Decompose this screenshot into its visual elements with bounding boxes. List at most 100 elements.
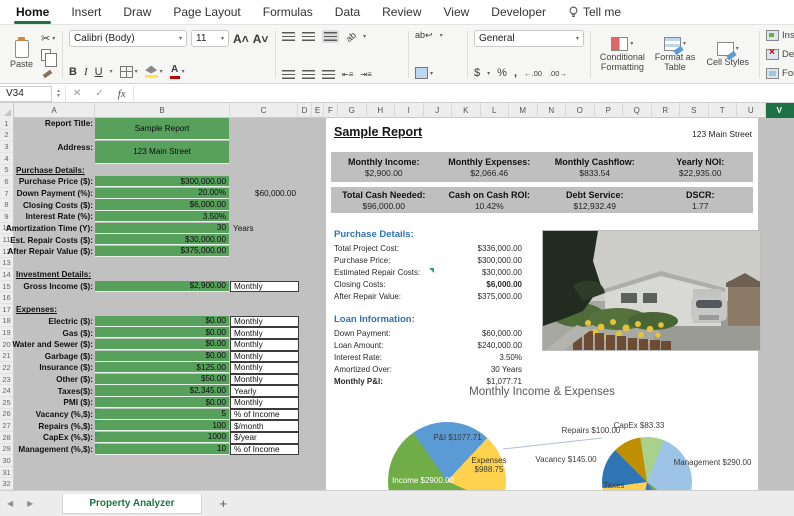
row-header-24[interactable]: 24 xyxy=(0,385,13,397)
row-header-25[interactable]: 25 xyxy=(0,397,13,409)
currency-button[interactable]: $ xyxy=(474,67,480,79)
row-header-6[interactable]: 6 xyxy=(0,176,13,188)
column-header-f[interactable]: F xyxy=(324,103,338,118)
cell-styles-button[interactable]: ▾ Cell Styles xyxy=(702,42,753,67)
add-sheet-button[interactable]: + xyxy=(220,496,228,511)
row-header-3[interactable]: 3 xyxy=(0,141,13,153)
row-header-14[interactable]: 14 xyxy=(0,269,13,281)
decrease-decimal-button[interactable]: .00→ xyxy=(549,69,567,78)
cell-input-insurance-[interactable]: $125.00 xyxy=(95,362,229,373)
row-header-26[interactable]: 26 xyxy=(0,409,13,421)
cell-unit-water-and-sewer-[interactable]: Monthly xyxy=(230,339,299,351)
cell-input-purchase-price-[interactable]: $300,000.00 xyxy=(95,176,229,187)
next-sheet-arrow[interactable]: ▶ xyxy=(20,499,40,508)
cell-input-est-repair-costs-[interactable]: $30,000.00 xyxy=(95,234,229,245)
column-header-b[interactable]: B xyxy=(95,103,230,118)
format-as-table-button[interactable]: ▾ Format as Table xyxy=(650,37,701,72)
column-header-h[interactable]: H xyxy=(367,103,396,118)
row-header-16[interactable]: 16 xyxy=(0,292,13,304)
row-header-1[interactable]: 1 xyxy=(0,118,13,130)
italic-button[interactable]: I xyxy=(84,66,88,78)
cell-unit-electric-[interactable]: Monthly xyxy=(230,316,299,328)
column-header-l[interactable]: L xyxy=(481,103,510,118)
cell-input-pmi-[interactable]: $0.00 xyxy=(95,397,229,408)
delete-cells-button[interactable]: Delete xyxy=(766,49,794,60)
column-header-i[interactable]: I xyxy=(395,103,424,118)
cell-input-capex-[interactable]: 1000 xyxy=(95,432,229,443)
format-cells-button[interactable]: Format xyxy=(766,68,794,79)
row-header-15[interactable]: 15 xyxy=(0,281,13,293)
cell-unit-pmi-[interactable]: Monthly xyxy=(230,397,299,409)
menu-tab-formulas[interactable]: Formulas xyxy=(263,5,313,19)
row-header-4[interactable]: 4 xyxy=(0,153,13,165)
cell-input-garbage-[interactable]: $0.00 xyxy=(95,351,229,362)
cell-input-after-repair-value-[interactable]: $375,000.00 xyxy=(95,246,229,257)
column-header-m[interactable]: M xyxy=(509,103,538,118)
row-header-28[interactable]: 28 xyxy=(0,432,13,444)
cell-unit-management-[interactable]: % of Income xyxy=(230,444,299,456)
row-header-9[interactable]: 9 xyxy=(0,211,13,223)
cell-input-gas-[interactable]: $0.00 xyxy=(95,327,229,338)
menu-tab-data[interactable]: Data xyxy=(335,5,360,19)
cell-unit-other-[interactable]: Monthly xyxy=(230,374,299,386)
name-box[interactable]: V34 xyxy=(0,86,52,102)
orientation-button[interactable]: ab xyxy=(344,29,358,43)
cell-unit-garbage-[interactable]: Monthly xyxy=(230,351,299,363)
cell-input-management-[interactable]: 10 xyxy=(95,444,229,455)
cell-input-vacancy-[interactable]: 5 xyxy=(95,409,229,420)
decrease-indent-button[interactable]: ⇤≡ xyxy=(342,70,353,79)
increase-indent-button[interactable]: ⇥≡ xyxy=(360,70,371,79)
column-header-u[interactable]: U xyxy=(737,103,766,118)
wrap-text-button[interactable]: ab↩ xyxy=(415,30,433,41)
paste-button[interactable]: Paste xyxy=(10,40,33,70)
align-middle-button[interactable] xyxy=(302,32,315,41)
align-bottom-button[interactable] xyxy=(322,30,339,43)
cell-input-closing-costs-[interactable]: $6,000.00 xyxy=(95,199,229,210)
column-header-s[interactable]: S xyxy=(680,103,709,118)
row-header-20[interactable]: 20 xyxy=(0,339,13,351)
cell-unit-insurance-[interactable]: Monthly xyxy=(230,362,299,374)
row-header-19[interactable]: 19 xyxy=(0,327,13,339)
column-header-a[interactable]: A xyxy=(14,103,95,118)
row-header-7[interactable]: 7 xyxy=(0,188,13,200)
cell-input-taxes-[interactable]: $2,345.00 xyxy=(95,385,229,396)
row-header-2[interactable]: 2 xyxy=(0,130,13,142)
menu-tab-review[interactable]: Review xyxy=(382,5,421,19)
row-header-5[interactable]: 5 xyxy=(0,165,13,177)
column-header-t[interactable]: T xyxy=(709,103,738,118)
decrease-font-button[interactable]: A˅ xyxy=(253,32,269,46)
row-header-13[interactable]: 13 xyxy=(0,258,13,270)
name-box-spinner[interactable]: ▲▼ xyxy=(52,86,66,102)
insert-cells-button[interactable]: Insert▾ xyxy=(766,30,794,41)
cell-unit-vacancy-[interactable]: % of Income xyxy=(230,409,299,421)
format-painter-button[interactable] xyxy=(41,66,56,78)
insert-function-button[interactable]: fx xyxy=(111,88,133,100)
currency-dropdown[interactable]: ▾ xyxy=(487,70,490,77)
menu-tab-tell-me[interactable]: Tell me xyxy=(568,5,621,19)
menu-tab-insert[interactable]: Insert xyxy=(71,5,101,19)
column-header-p[interactable]: P xyxy=(595,103,624,118)
merge-center-button[interactable]: ▾ xyxy=(415,67,433,79)
font-color-button[interactable]: A▾ xyxy=(170,64,185,79)
cell-input-electric-[interactable]: $0.00 xyxy=(95,316,229,327)
menu-tab-home[interactable]: Home xyxy=(16,5,49,19)
cut-button[interactable]: ✂ ▾ xyxy=(41,32,56,45)
underline-button[interactable]: U xyxy=(95,66,103,78)
column-header-d[interactable]: D xyxy=(298,103,312,118)
increase-decimal-button[interactable]: ←.00 xyxy=(524,69,542,78)
font-name-select[interactable]: Calibri (Body)▾ xyxy=(69,30,187,47)
column-header-q[interactable]: Q xyxy=(623,103,652,118)
menu-tab-draw[interactable]: Draw xyxy=(123,5,151,19)
column-header-e[interactable]: E xyxy=(312,103,324,118)
percent-button[interactable]: % xyxy=(497,67,507,79)
menu-tab-view[interactable]: View xyxy=(444,5,470,19)
cell-unit-capex-[interactable]: $/year xyxy=(230,432,299,444)
menu-tab-page-layout[interactable]: Page Layout xyxy=(173,5,240,19)
cell-input-other-[interactable]: $50.00 xyxy=(95,374,229,385)
row-header-32[interactable]: 32 xyxy=(0,478,13,490)
row-header-17[interactable]: 17 xyxy=(0,304,13,316)
column-header-v[interactable]: V xyxy=(766,103,794,118)
sheet-tab-property-analyzer[interactable]: Property Analyzer xyxy=(62,494,201,514)
cell-input-gross-income-[interactable]: $2,900.00 xyxy=(95,281,229,292)
increase-font-button[interactable]: A˄ xyxy=(233,32,249,46)
